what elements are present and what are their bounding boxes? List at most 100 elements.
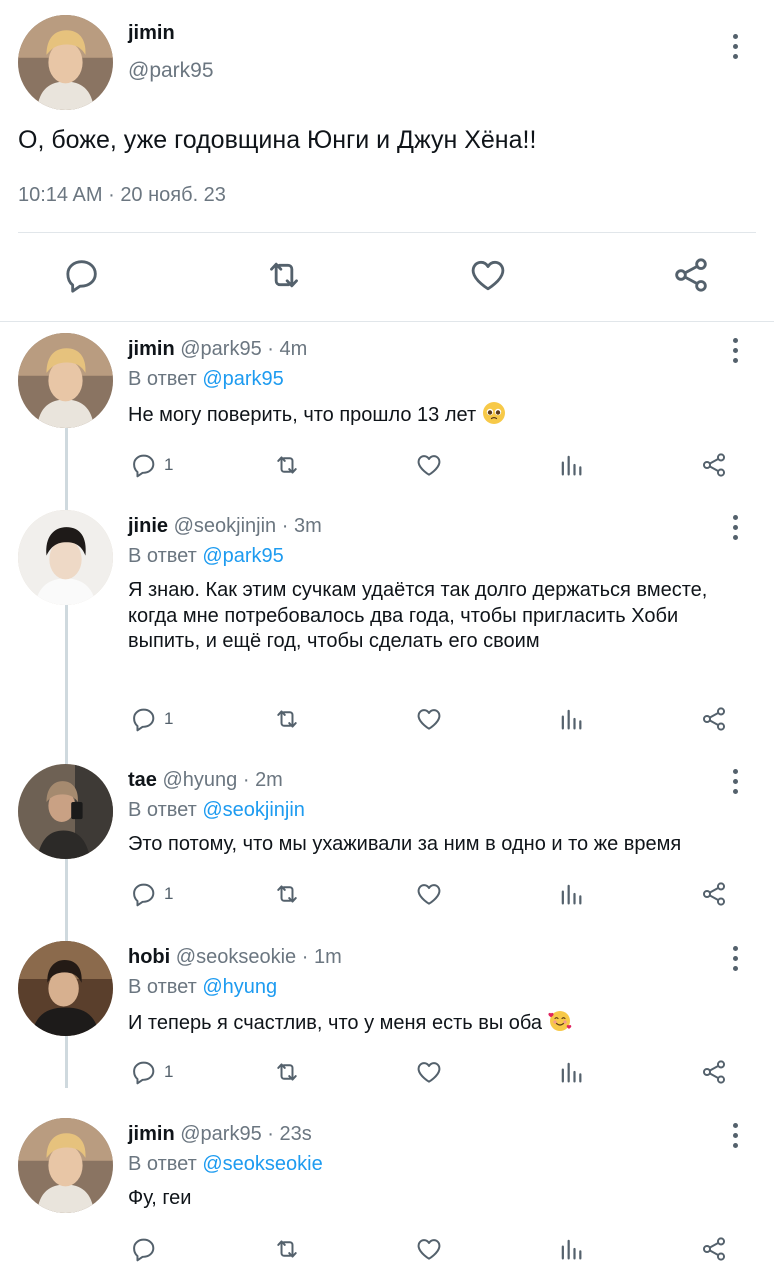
divider	[0, 321, 774, 322]
reply-header: jinie @seokjinjin · 3m	[128, 515, 322, 538]
share-icon[interactable]	[700, 704, 728, 734]
reply-tweet[interactable]: jinie @seokjinjin · 3m В ответ @park95 Я…	[0, 510, 774, 740]
like-icon[interactable]	[415, 879, 443, 909]
header-separator: ·	[301, 946, 309, 968]
author-name[interactable]: jimin	[128, 22, 175, 45]
reply-header: jimin @park95 · 23s	[128, 1123, 312, 1146]
reply-tweet[interactable]: jimin @park95 · 4m В ответ @park95 Не мо…	[0, 333, 774, 493]
like-icon[interactable]	[415, 1057, 443, 1087]
like-icon[interactable]	[468, 255, 508, 295]
header-separator: ·	[242, 769, 250, 791]
replying-to: В ответ @park95	[128, 368, 284, 391]
reply-time: 4m	[279, 338, 308, 360]
stats-icon[interactable]	[557, 879, 585, 909]
more-options-icon[interactable]	[731, 338, 739, 366]
author-name[interactable]: hobi	[128, 946, 170, 968]
like-icon[interactable]	[415, 704, 443, 734]
smiling-face-with-hearts-emoji	[548, 1009, 572, 1033]
author-name[interactable]: jimin	[128, 1123, 175, 1145]
replying-to-label: В ответ	[128, 368, 197, 390]
header-separator: ·	[281, 515, 289, 537]
stats-icon[interactable]	[557, 450, 585, 480]
tweet-time: 10:14 AM	[18, 184, 103, 206]
avatar[interactable]	[18, 15, 113, 110]
mention-link[interactable]: @hyung	[202, 976, 277, 998]
mention-link[interactable]: @seokseokie	[202, 1153, 322, 1175]
reply-button[interactable]: 1	[130, 704, 173, 734]
like-icon[interactable]	[415, 1234, 443, 1264]
avatar-image	[18, 764, 113, 859]
reply-count: 1	[164, 1062, 174, 1081]
avatar[interactable]	[18, 1118, 113, 1213]
replying-to-label: В ответ	[128, 976, 197, 998]
author-name[interactable]: tae	[128, 769, 157, 791]
tweet-text: О, боже, уже годовщина Юнги и Джун Хёна!…	[18, 126, 537, 154]
reply-count: 1	[164, 455, 174, 474]
author-handle[interactable]: @seokjinjin	[174, 515, 277, 537]
retweet-icon[interactable]	[273, 450, 301, 480]
stats-icon[interactable]	[557, 704, 585, 734]
retweet-icon[interactable]	[273, 704, 301, 734]
tweet-date: 20 нояб. 23	[120, 184, 226, 206]
reply-tweet[interactable]: hobi @seokseokie · 1m В ответ @hyung И т…	[0, 941, 774, 1096]
avatar-image	[18, 15, 113, 110]
reply-time: 1m	[313, 946, 342, 968]
reply-text: Фу, геи	[128, 1187, 192, 1209]
replying-to: В ответ @seokseokie	[128, 1153, 323, 1176]
retweet-icon[interactable]	[273, 1234, 301, 1264]
author-handle[interactable]: @park95	[180, 1123, 261, 1145]
more-options-icon[interactable]	[731, 769, 739, 797]
mention-link[interactable]: @park95	[202, 368, 283, 390]
retweet-icon[interactable]	[264, 255, 304, 295]
timestamp-separator: ·	[108, 184, 115, 206]
more-options-icon[interactable]	[731, 515, 739, 543]
author-handle[interactable]: @park95	[180, 338, 261, 360]
reply-count: 1	[164, 709, 174, 728]
author-name[interactable]: jimin	[128, 338, 175, 360]
reply-icon	[130, 451, 158, 479]
author-name[interactable]: jinie	[128, 515, 168, 537]
share-icon[interactable]	[700, 1057, 728, 1087]
reply-tweet[interactable]: jimin @park95 · 23s В ответ @seokseokie …	[0, 1118, 774, 1278]
author-handle[interactable]: @park95	[128, 59, 214, 83]
reply-header: hobi @seokseokie · 1m	[128, 946, 342, 969]
replying-to: В ответ @hyung	[128, 976, 277, 999]
retweet-icon[interactable]	[273, 1057, 301, 1087]
author-handle[interactable]: @hyung	[162, 769, 237, 791]
like-icon[interactable]	[415, 450, 443, 480]
pleading-face-emoji	[482, 401, 506, 425]
more-options-icon[interactable]	[731, 1123, 739, 1151]
reply-text: Это потому, что мы ухаживали за ним в од…	[128, 833, 682, 855]
avatar[interactable]	[18, 941, 113, 1036]
reply-time: 2m	[255, 769, 283, 791]
stats-icon[interactable]	[557, 1234, 585, 1264]
reply-icon[interactable]	[62, 255, 102, 295]
avatar[interactable]	[18, 510, 113, 605]
retweet-icon[interactable]	[273, 879, 301, 909]
replying-to: В ответ @seokjinjin	[128, 799, 305, 822]
reply-button[interactable]	[130, 1234, 164, 1264]
avatar-image	[18, 510, 113, 605]
more-options-icon[interactable]	[731, 946, 739, 974]
author-handle[interactable]: @seokseokie	[176, 946, 296, 968]
avatar[interactable]	[18, 333, 113, 428]
share-icon[interactable]	[700, 879, 728, 909]
reply-button[interactable]: 1	[130, 1057, 173, 1087]
reply-count: 1	[164, 884, 174, 903]
stats-icon[interactable]	[557, 1057, 585, 1087]
share-icon[interactable]	[700, 450, 728, 480]
share-icon[interactable]	[671, 255, 711, 295]
replying-to-label: В ответ	[128, 1153, 197, 1175]
avatar[interactable]	[18, 764, 113, 859]
share-icon[interactable]	[700, 1234, 728, 1264]
reply-tweet[interactable]: tae @hyung · 2m В ответ @seokjinjin Это …	[0, 764, 774, 919]
mention-link[interactable]: @seokjinjin	[202, 799, 305, 821]
reply-icon	[130, 705, 158, 733]
reply-button[interactable]: 1	[130, 450, 173, 480]
mention-link[interactable]: @park95	[202, 545, 283, 567]
more-options-icon[interactable]	[731, 34, 739, 62]
tweet-timestamp: 10:14 AM · 20 нояб. 23	[18, 184, 226, 207]
avatar-image	[18, 1118, 113, 1213]
main-tweet: jimin @park95 О, боже, уже годовщина Юнг…	[0, 0, 774, 322]
reply-button[interactable]: 1	[130, 879, 173, 909]
